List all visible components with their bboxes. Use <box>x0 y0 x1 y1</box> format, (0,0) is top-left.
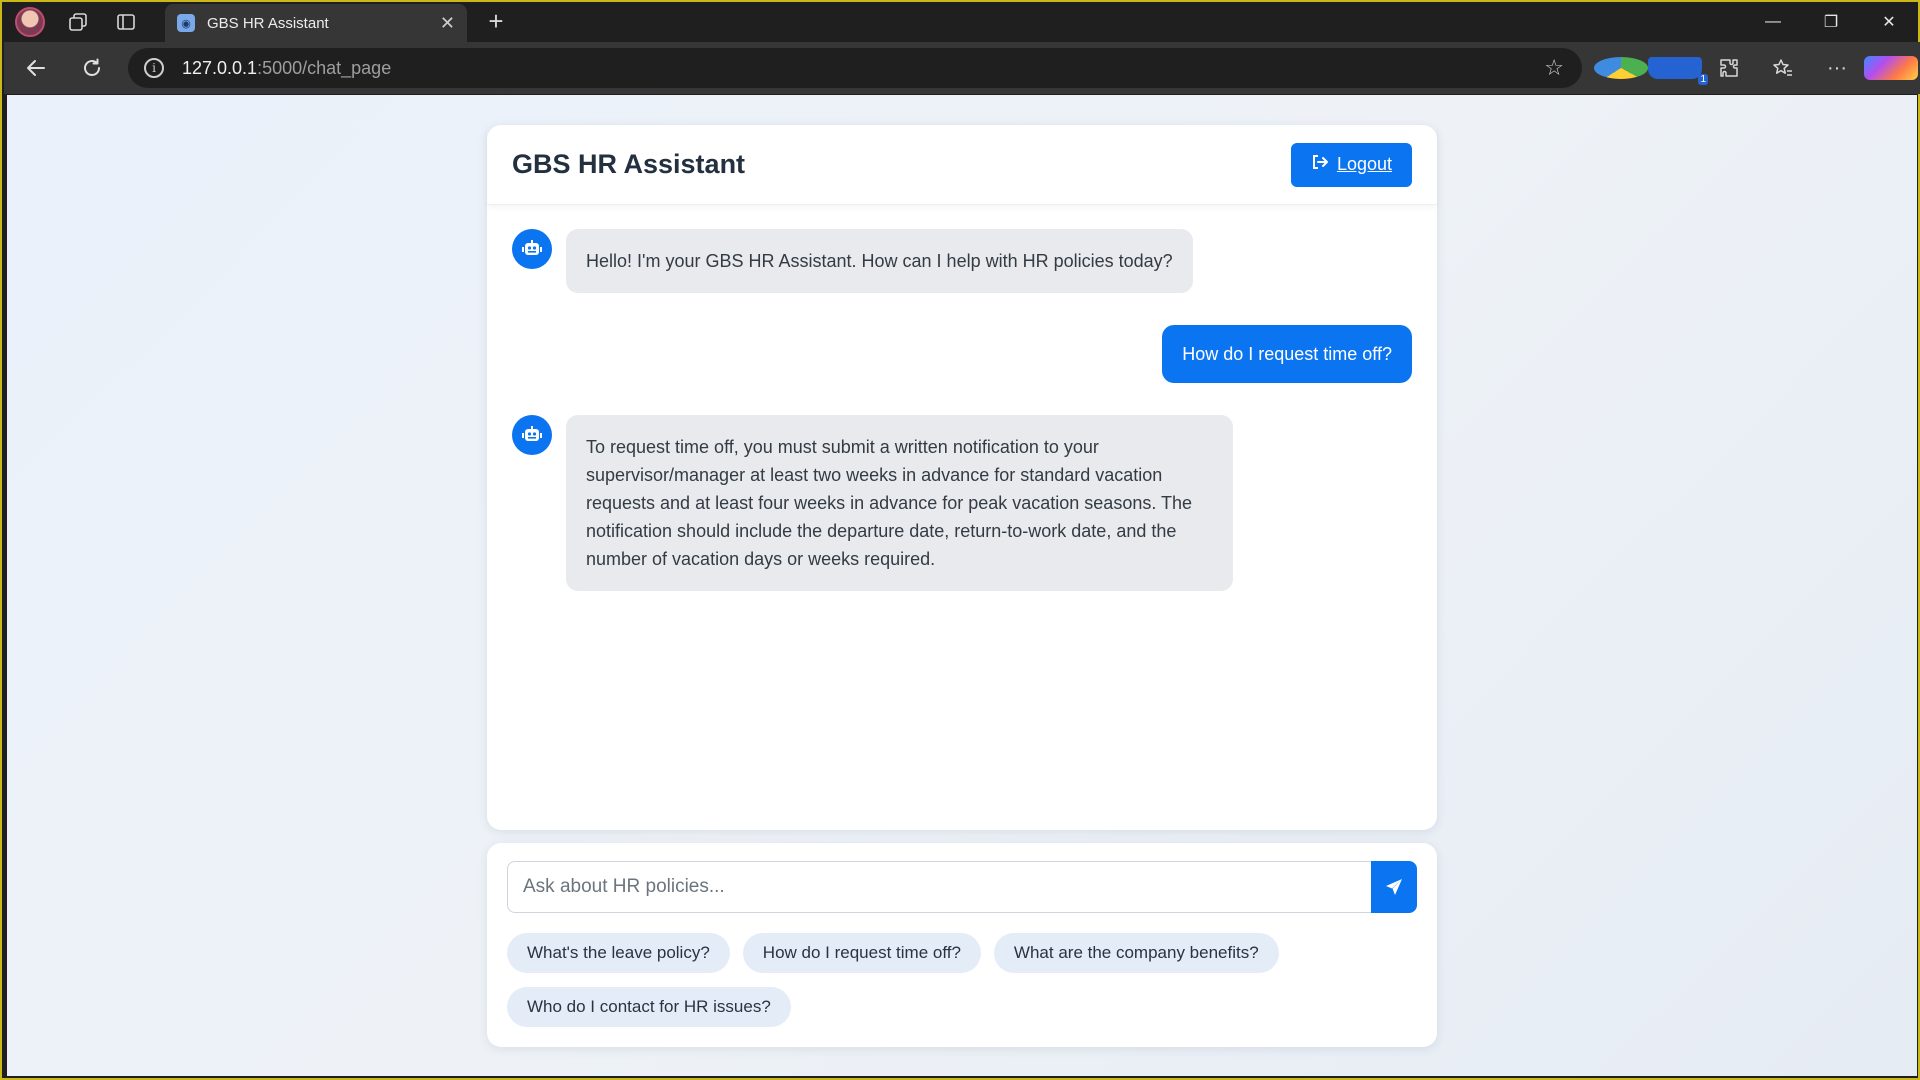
back-arrow-icon <box>27 60 45 76</box>
new-tab-button[interactable]: + <box>480 6 512 37</box>
profile-avatar <box>15 7 45 37</box>
browser-tab[interactable]: ◉ GBS HR Assistant ✕ <box>165 4 467 42</box>
suggestion-chip[interactable]: How do I request time off? <box>742 933 981 973</box>
extension-button-colors[interactable] <box>1594 57 1648 79</box>
tab-close-icon[interactable]: ✕ <box>440 13 455 34</box>
bot-message: To request time off, you must submit a w… <box>512 415 1412 591</box>
shield-extension-icon <box>1648 57 1708 85</box>
tab-actions-button[interactable] <box>106 2 146 42</box>
logout-icon <box>1311 153 1329 176</box>
extension-icon <box>1720 59 1738 77</box>
chat-input-group <box>507 861 1417 913</box>
logout-button[interactable]: Logout <box>1290 142 1412 187</box>
message-list: Hello! I'm your GBS HR Assistant. How ca… <box>487 205 1437 647</box>
suggestion-chip[interactable]: What's the leave policy? <box>507 933 730 973</box>
workspaces-button[interactable] <box>58 2 98 42</box>
chat-container: GBS HR Assistant Logout Hello! I'm your … <box>487 125 1437 830</box>
input-panel: What's the leave policy? How do I reques… <box>487 843 1437 1047</box>
browser-window: ◉ GBS HR Assistant ✕ + — ❐ ✕ i 127.0.0.1… <box>0 0 1920 1080</box>
restore-button[interactable]: ❐ <box>1802 2 1860 42</box>
suggestion-chips: What's the leave policy? How do I reques… <box>507 933 1417 1027</box>
colorful-extension-icon <box>1594 57 1648 79</box>
more-icon: ··· <box>1827 56 1847 79</box>
url-path: :5000/chat_page <box>257 57 392 78</box>
profile-button[interactable] <box>10 2 50 42</box>
browser-toolbar: i 127.0.0.1:5000/chat_page ☆ ··· <box>4 42 1920 94</box>
favorites-icon <box>1773 59 1792 76</box>
page-viewport: GBS HR Assistant Logout Hello! I'm your … <box>7 95 1917 1076</box>
favorites-button[interactable] <box>1756 57 1810 79</box>
address-bar[interactable]: i 127.0.0.1:5000/chat_page ☆ <box>128 48 1582 88</box>
suggestion-chip[interactable]: Who do I contact for HR issues? <box>507 987 791 1027</box>
tab-actions-icon <box>117 14 135 30</box>
user-message: How do I request time off? <box>512 325 1412 383</box>
close-window-button[interactable]: ✕ <box>1860 2 1918 42</box>
refresh-button[interactable] <box>68 46 116 90</box>
robot-favicon-icon: ◉ <box>177 14 195 32</box>
bot-message-text: Hello! I'm your GBS HR Assistant. How ca… <box>566 229 1193 293</box>
refresh-icon <box>84 58 100 76</box>
extensions-button[interactable] <box>1702 57 1756 79</box>
minimize-button[interactable]: — <box>1744 2 1802 42</box>
tab-title: GBS HR Assistant <box>207 14 329 32</box>
more-button[interactable]: ··· <box>1810 57 1864 80</box>
star-icon[interactable]: ☆ <box>1544 55 1564 81</box>
extension-bar: ··· <box>1594 48 1918 88</box>
tab-bar: ◉ GBS HR Assistant ✕ + — ❐ ✕ <box>2 2 1918 42</box>
bot-message: Hello! I'm your GBS HR Assistant. How ca… <box>512 229 1412 293</box>
robot-icon <box>512 229 552 269</box>
chat-header: GBS HR Assistant Logout <box>487 125 1437 205</box>
extension-button-shield[interactable] <box>1648 57 1708 85</box>
robot-icon <box>512 415 552 455</box>
workspaces-icon <box>69 13 87 31</box>
window-controls: — ❐ ✕ <box>1744 2 1918 42</box>
chat-input[interactable] <box>507 861 1371 913</box>
page-title: GBS HR Assistant <box>512 149 746 179</box>
user-message-text: How do I request time off? <box>1162 325 1412 383</box>
copilot-button[interactable] <box>1864 56 1918 80</box>
bot-message-text: To request time off, you must submit a w… <box>566 415 1233 591</box>
logout-label: Logout <box>1336 154 1392 174</box>
url-host: 127.0.0.1 <box>182 57 258 78</box>
copilot-icon <box>1864 56 1918 80</box>
paper-plane-icon <box>1386 879 1402 895</box>
suggestion-chip[interactable]: What are the company benefits? <box>993 933 1279 973</box>
info-icon[interactable]: i <box>144 58 164 78</box>
back-button[interactable] <box>12 46 60 90</box>
send-button[interactable] <box>1371 861 1417 913</box>
